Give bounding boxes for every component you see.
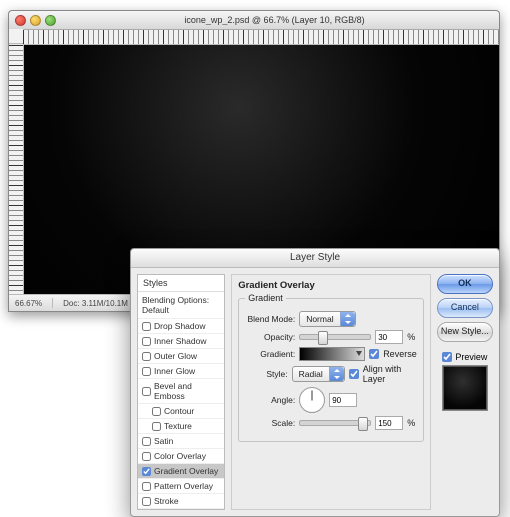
styles-panel-header[interactable]: Styles (138, 275, 224, 292)
layer-style-dialog: Layer Style Styles Blending Options: Def… (130, 248, 500, 517)
style-row-label: Pattern Overlay (154, 481, 213, 491)
close-icon[interactable] (15, 15, 26, 26)
style-label: Style: (245, 369, 287, 379)
style-row-inner-glow[interactable]: Inner Glow (138, 364, 224, 379)
blend-mode-label: Blend Mode: (245, 314, 295, 324)
opacity-slider[interactable] (299, 334, 371, 340)
scale-unit: % (407, 418, 415, 428)
style-row-label: Bevel and Emboss (154, 381, 220, 401)
opacity-unit: % (407, 332, 415, 342)
preview-swatch (442, 365, 488, 411)
style-row-label: Inner Glow (154, 366, 195, 376)
style-row-label: Stroke (154, 496, 179, 506)
style-row-contour[interactable]: Contour (138, 404, 224, 419)
style-row-checkbox[interactable] (142, 322, 151, 331)
style-row-stroke[interactable]: Stroke (138, 494, 224, 509)
style-row-checkbox[interactable] (142, 482, 151, 491)
blend-mode-value: Normal (300, 314, 339, 324)
style-row-label: Contour (164, 406, 194, 416)
opacity-input[interactable] (375, 330, 403, 344)
dialog-title[interactable]: Layer Style (131, 249, 499, 268)
style-row-satin[interactable]: Satin (138, 434, 224, 449)
scale-input[interactable] (375, 416, 403, 430)
window-controls (15, 15, 56, 26)
ruler-origin[interactable] (9, 29, 24, 44)
ruler-vertical[interactable] (9, 45, 24, 294)
style-row-checkbox[interactable] (142, 452, 151, 461)
align-checkbox[interactable] (349, 369, 359, 379)
style-value: Radial (293, 369, 329, 379)
style-row-checkbox[interactable] (142, 352, 151, 361)
angle-dial[interactable] (299, 387, 325, 413)
style-row-checkbox[interactable] (152, 407, 161, 416)
style-row-pattern-overlay[interactable]: Pattern Overlay (138, 479, 224, 494)
style-row-checkbox[interactable] (142, 497, 151, 506)
settings-panel: Gradient Overlay Gradient Blend Mode: No… (231, 274, 431, 510)
angle-label: Angle: (245, 395, 295, 405)
angle-input[interactable] (329, 393, 357, 407)
style-row-checkbox[interactable] (142, 337, 151, 346)
gradient-group-label: Gradient (245, 293, 286, 303)
document-title: icone_wp_2.psd @ 66.7% (Layer 10, RGB/8) (56, 15, 493, 25)
style-row-label: Gradient Overlay (154, 466, 218, 476)
gradient-label: Gradient: (245, 349, 295, 359)
chevron-updown-icon (329, 367, 344, 381)
style-select[interactable]: Radial (292, 366, 345, 382)
status-zoom[interactable]: 66.67% (15, 299, 42, 308)
cancel-button[interactable]: Cancel (437, 298, 493, 318)
gradient-picker[interactable] (299, 347, 365, 361)
reverse-checkbox[interactable] (369, 349, 379, 359)
style-row-checkbox[interactable] (142, 467, 151, 476)
style-row-checkbox[interactable] (142, 367, 151, 376)
new-style-button[interactable]: New Style... (437, 322, 493, 342)
align-label: Align with Layer (363, 364, 417, 384)
gradient-group: Gradient Blend Mode: Normal Opacity: % G… (238, 293, 424, 442)
style-row-inner-shadow[interactable]: Inner Shadow (138, 334, 224, 349)
style-row-outer-glow[interactable]: Outer Glow (138, 349, 224, 364)
style-row-label: Drop Shadow (154, 321, 206, 331)
minimize-icon[interactable] (30, 15, 41, 26)
preview-label: Preview (455, 352, 487, 362)
style-row-drop-shadow[interactable]: Drop Shadow (138, 319, 224, 334)
style-row-checkbox[interactable] (142, 437, 151, 446)
style-row-label: Satin (154, 436, 173, 446)
preview-checkbox[interactable] (442, 352, 452, 362)
ruler-horizontal[interactable] (23, 30, 499, 45)
styles-panel: Styles Blending Options: Default Drop Sh… (137, 274, 225, 510)
style-row-checkbox[interactable] (152, 422, 161, 431)
ok-button[interactable]: OK (437, 274, 493, 294)
style-row-bevel-and-emboss[interactable]: Bevel and Emboss (138, 379, 224, 404)
style-row-label: Color Overlay (154, 451, 206, 461)
scale-label: Scale: (245, 418, 295, 428)
style-row-label: Inner Shadow (154, 336, 206, 346)
style-row-label: Outer Glow (154, 351, 197, 361)
style-row-checkbox[interactable] (142, 387, 151, 396)
style-row-color-overlay[interactable]: Color Overlay (138, 449, 224, 464)
opacity-label: Opacity: (245, 332, 295, 342)
dialog-button-column: OK Cancel New Style... Preview (437, 274, 493, 510)
section-title: Gradient Overlay (238, 280, 424, 291)
style-row-gradient-overlay[interactable]: Gradient Overlay (138, 464, 224, 479)
chevron-updown-icon (340, 312, 355, 326)
scale-slider[interactable] (299, 420, 371, 426)
reverse-label: Reverse (383, 349, 417, 359)
blend-mode-select[interactable]: Normal (299, 311, 355, 327)
status-doc-info[interactable]: Doc: 3.11M/10.1M (63, 299, 128, 308)
zoom-icon[interactable] (45, 15, 56, 26)
window-titlebar[interactable]: icone_wp_2.psd @ 66.7% (Layer 10, RGB/8) (9, 11, 499, 30)
blending-options-row[interactable]: Blending Options: Default (138, 292, 224, 319)
style-row-label: Texture (164, 421, 192, 431)
style-row-texture[interactable]: Texture (138, 419, 224, 434)
